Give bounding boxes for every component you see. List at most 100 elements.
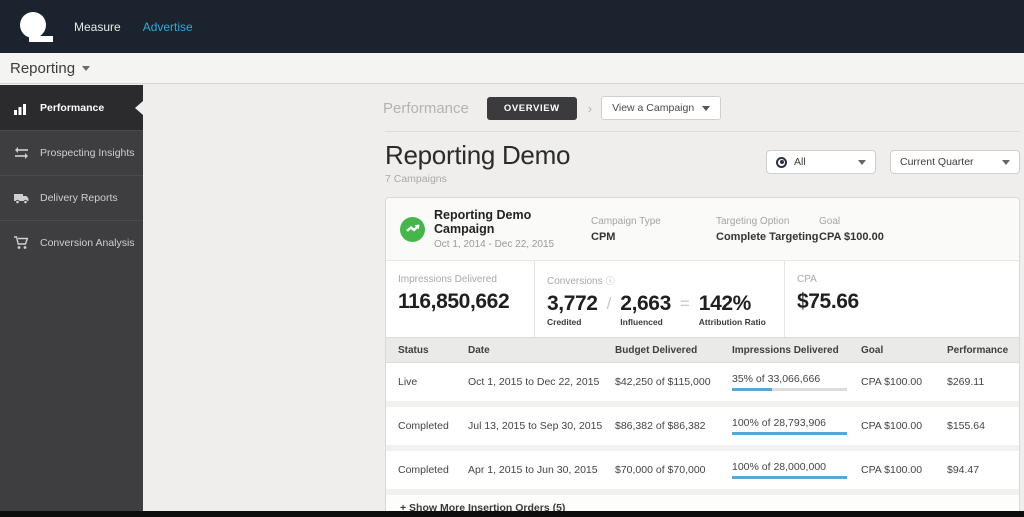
cpa-value: $75.66 — [797, 290, 859, 313]
sidebar-item-label: Performance — [40, 101, 105, 114]
truck-icon — [14, 191, 29, 205]
campaign-name: Reporting Demo Campaign — [434, 208, 532, 236]
column-header: Budget Delivered — [615, 344, 698, 356]
date-cell: Oct 1, 2015 to Dec 22, 2015 — [468, 376, 600, 388]
sidebar-item-delivery-reports[interactable]: Delivery Reports — [0, 175, 143, 220]
table-row[interactable]: Completed Apr 1, 2015 to Jun 30, 2015 $7… — [386, 451, 1019, 489]
goal-meta: Goal CPA $100.00 — [819, 216, 1019, 243]
stat-label: Impressions Delivered — [398, 274, 497, 285]
status-cell: Completed — [398, 464, 449, 476]
credited-value: 3,772 — [547, 292, 598, 315]
breadcrumb-separator-icon: › — [587, 100, 593, 116]
overview-button[interactable]: OVERVIEW — [486, 96, 577, 120]
view-campaign-label: View a Campaign — [612, 102, 695, 114]
campaign-card-header: Reporting Demo Campaign Oct 1, 2014 - De… — [386, 198, 1019, 261]
nav-advertise[interactable]: Advertise — [143, 20, 193, 34]
performance-cell: $94.47 — [947, 464, 980, 476]
column-header: Performance — [947, 344, 1009, 356]
attribution-ratio-label: Attribution Ratio — [698, 317, 766, 327]
campaign-type-meta: Campaign Type CPM — [591, 216, 716, 243]
sidebar-item-label: Delivery Reports — [40, 192, 118, 204]
caret-down-icon — [702, 105, 711, 111]
progress-bar — [732, 388, 847, 391]
logo-bubble — [20, 11, 46, 38]
date-cell: Jul 13, 2015 to Sep 30, 2015 — [468, 420, 603, 432]
impressions-value: 116,850,662 — [398, 290, 510, 313]
performance-cell: $269.11 — [947, 376, 985, 388]
table-header-row: Status Date Budget Delivered Impressions… — [386, 337, 1019, 363]
impressions-cell: 100% of 28,793,906 — [732, 417, 861, 435]
conversions-label: Conversions — [547, 276, 603, 287]
shopping-cart-icon — [14, 236, 29, 250]
trend-up-icon — [400, 216, 425, 242]
caret-down-icon — [82, 65, 91, 71]
conversions-stat: Conversions ⓘ 3,772 Credited / 2,663 Infl… — [534, 261, 785, 337]
column-header: Date — [468, 344, 490, 356]
progress-bar — [732, 432, 847, 435]
table-row[interactable]: Completed Jul 13, 2015 to Sep 30, 2015 $… — [386, 407, 1019, 445]
meta-label: Targeting Option — [716, 215, 790, 227]
meta-value: CPM — [591, 230, 616, 243]
date-cell: Apr 1, 2015 to Jun 30, 2015 — [468, 464, 598, 476]
meta-label: Campaign Type — [591, 215, 661, 227]
nav-measure[interactable]: Measure — [74, 20, 121, 34]
performance-cell: $155.64 — [947, 420, 985, 432]
budget-cell: $70,000 of $70,000 — [615, 464, 706, 476]
sidebar-item-conversion-analysis[interactable]: Conversion Analysis — [0, 220, 143, 265]
campaign-card: Reporting Demo Campaign Oct 1, 2014 - De… — [385, 197, 1020, 517]
quantcast-logo[interactable] — [20, 11, 56, 42]
influenced-value: 2,663 — [620, 292, 671, 315]
caret-down-icon — [1002, 159, 1010, 165]
exchange-arrows-icon — [14, 146, 29, 160]
breadcrumb: Performance OVERVIEW › View a Campaign — [383, 96, 1020, 120]
meta-value: Complete Targeting — [716, 230, 819, 243]
goal-cell: CPA $100.00 — [861, 464, 923, 476]
page-title: Reporting Demo — [385, 140, 571, 170]
window-bottom-edge — [0, 511, 1024, 517]
scope-filter-dropdown[interactable]: All — [766, 150, 876, 174]
scope-filter-value: All — [794, 156, 806, 168]
date-range-dropdown[interactable]: Current Quarter — [890, 150, 1020, 174]
sidebar-item-label: Prospecting Insights — [40, 147, 135, 159]
progress-bar — [732, 476, 847, 479]
influenced-label: Influenced — [620, 317, 663, 327]
impressions-cell: 100% of 28,000,000 — [732, 461, 861, 479]
content-area: Performance OVERVIEW › View a Campaign R… — [143, 85, 1024, 517]
sidebar-item-performance[interactable]: Performance — [0, 85, 143, 130]
product-nav: Measure Advertise — [74, 20, 193, 34]
target-icon — [776, 156, 787, 168]
stat-label: CPA — [797, 274, 817, 285]
status-cell: Completed — [398, 420, 449, 432]
breadcrumb-divider — [385, 131, 1020, 132]
budget-cell: $42,250 of $115,000 — [615, 376, 711, 388]
app-window: Measure Advertise Reporting Performance … — [0, 0, 1024, 517]
goal-cell: CPA $100.00 — [861, 376, 923, 388]
page-subtitle: 7 Campaigns — [385, 173, 447, 185]
caret-down-icon — [858, 159, 866, 165]
campaign-date-range: Oct 1, 2014 - Dec 22, 2015 — [434, 239, 555, 250]
meta-label: Goal — [819, 215, 841, 227]
insertion-orders-table: Status Date Budget Delivered Impressions… — [386, 337, 1019, 517]
impressions-cell: 35% of 33,066,666 — [732, 373, 861, 391]
stat-label: Conversions ⓘ — [547, 274, 784, 287]
equals-sign: = — [679, 294, 690, 313]
bar-chart-icon — [14, 101, 29, 115]
sidebar-item-prospecting-insights[interactable]: Prospecting Insights — [0, 130, 143, 175]
goal-cell: CPA $100.00 — [861, 420, 923, 432]
info-icon[interactable]: ⓘ — [606, 276, 615, 286]
meta-value: CPA $100.00 — [819, 230, 884, 243]
cpa-stat: CPA $75.66 — [785, 261, 1019, 337]
summary-stats-row: Impressions Delivered 116,850,662 Conver… — [386, 261, 1019, 337]
logo-tail — [29, 35, 53, 42]
status-cell: Live — [398, 376, 418, 388]
sidebar: Performance Prospecting Insights Deliver… — [0, 85, 143, 511]
table-row[interactable]: Live Oct 1, 2015 to Dec 22, 2015 $42,250… — [386, 363, 1019, 401]
date-range-value: Current Quarter — [900, 156, 974, 168]
view-campaign-dropdown[interactable]: View a Campaign — [601, 96, 722, 120]
column-header: Status — [398, 344, 429, 356]
attribution-ratio-value: 142% — [698, 292, 752, 315]
progress-text: 35% of 33,066,666 — [732, 373, 821, 385]
reporting-dropdown[interactable]: Reporting — [10, 60, 75, 77]
progress-text: 100% of 28,793,906 — [732, 417, 826, 429]
progress-text: 100% of 28,000,000 — [732, 461, 826, 473]
